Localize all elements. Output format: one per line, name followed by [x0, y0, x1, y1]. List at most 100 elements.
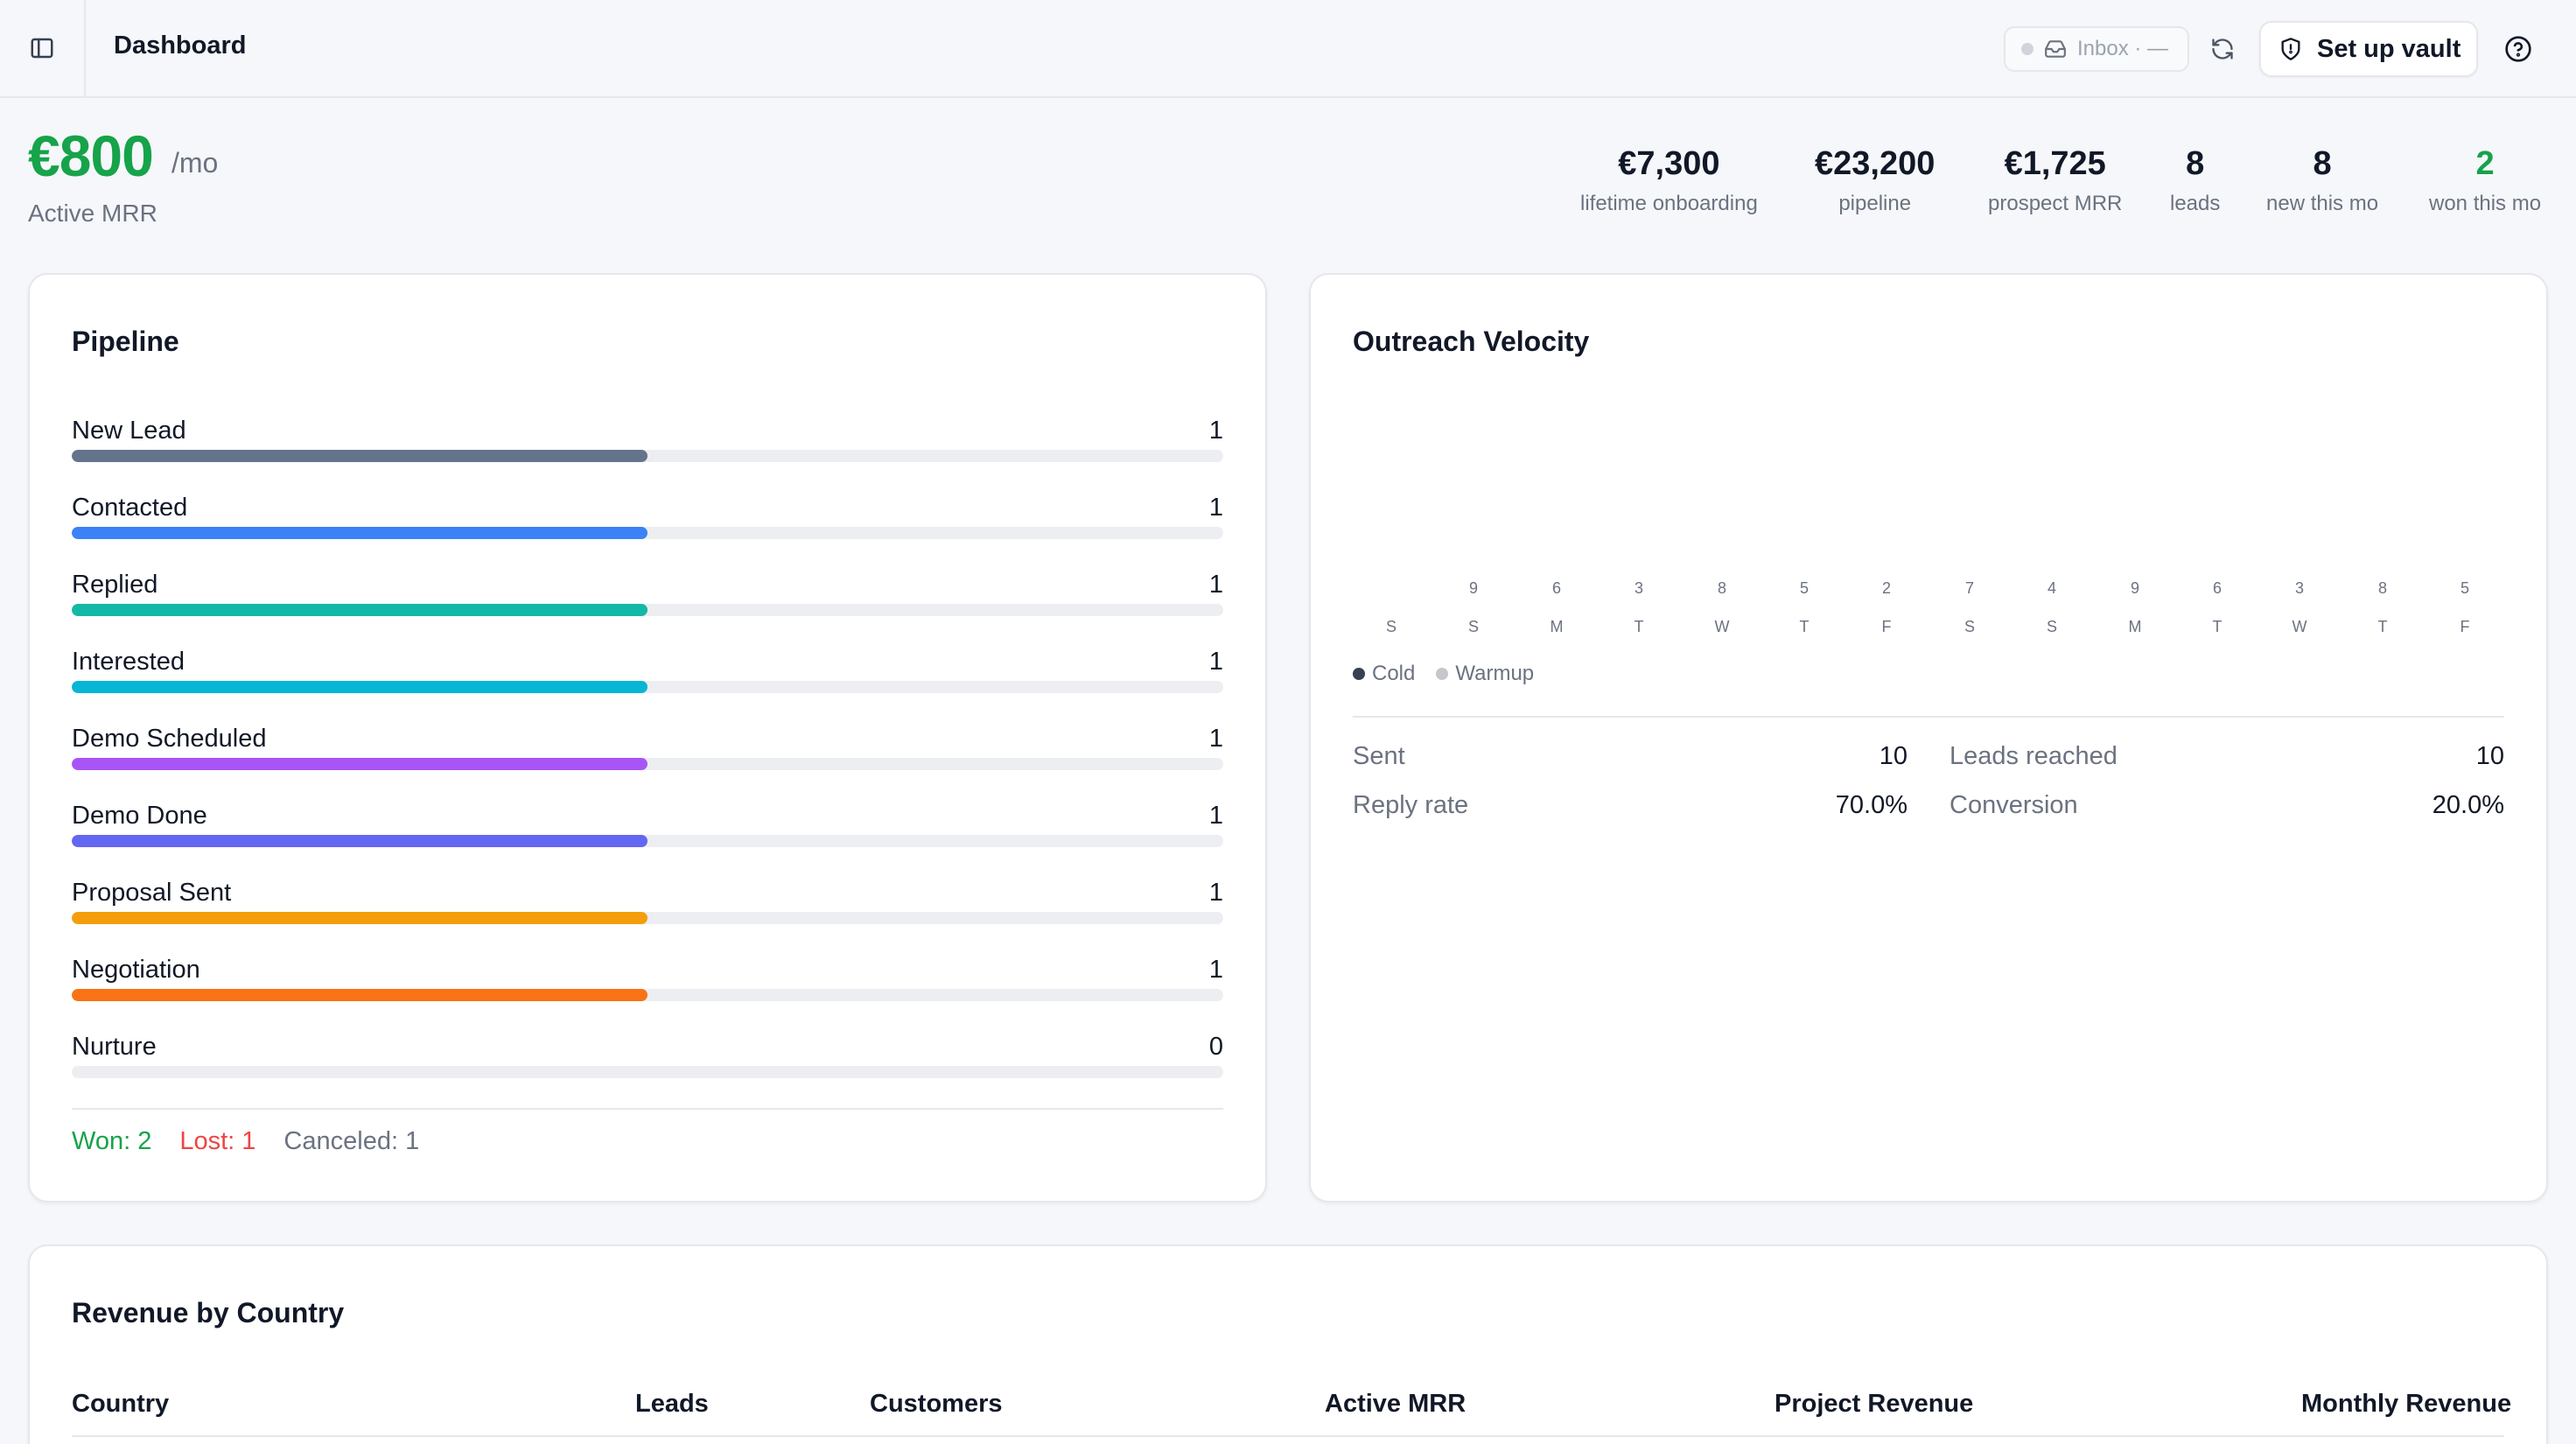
stage-name: Interested: [72, 648, 185, 676]
stat-value: 2: [2475, 145, 2495, 182]
column-header-customers[interactable]: Customers: [870, 1390, 1003, 1419]
conversion-value: 20.0%: [2432, 791, 2504, 819]
velocity-day-label: T: [2212, 618, 2222, 635]
reply-rate-value: 70.0%: [1835, 791, 1908, 819]
velocity-day-label: T: [2377, 618, 2388, 635]
stat-label: prospect MRR: [1988, 192, 2123, 215]
legend-cold-label: Cold: [1372, 662, 1416, 685]
sidebar-toggle-button[interactable]: [0, 0, 86, 96]
stat-value: €1,725: [2004, 145, 2106, 182]
stat-leads: 8 leads: [2170, 145, 2220, 216]
pipeline-stage-row: Nurture 0: [72, 1033, 1251, 1110]
velocity-day-label: M: [2128, 618, 2142, 635]
stage-progress-fill: [72, 989, 648, 1001]
column-header-project-revenue[interactable]: Project Revenue: [1774, 1390, 1973, 1419]
stage-progress-track: [72, 912, 1223, 924]
legend-warmup: Warmup: [1436, 662, 1534, 686]
stage-progress-track: [72, 835, 1223, 847]
page-title: Dashboard: [114, 32, 247, 60]
canceled-count: Canceled: 1: [284, 1127, 420, 1155]
pipeline-divider: [72, 1108, 1223, 1110]
stage-count: 1: [1208, 802, 1223, 830]
won-count: Won: 2: [72, 1127, 152, 1155]
stage-count: 1: [1208, 417, 1223, 445]
velocity-day-label: S: [1964, 618, 1975, 635]
stage-progress-track: [72, 450, 1223, 462]
velocity-divider: [1353, 716, 2504, 718]
stage-progress-track: [72, 604, 1223, 616]
stat-value: 8: [2313, 145, 2332, 182]
stat-label: pipeline: [1838, 192, 1912, 215]
stage-progress-fill: [72, 835, 648, 847]
set-up-vault-button[interactable]: Set up vault: [2259, 21, 2478, 77]
pipeline-stage-row: Interested 1: [72, 648, 1251, 725]
stage-count: 1: [1208, 956, 1223, 984]
velocity-day-label: F: [2460, 618, 2470, 635]
velocity-count-label: 6: [1551, 579, 1561, 597]
stage-count: 1: [1208, 571, 1223, 599]
velocity-day-label: S: [1467, 618, 1479, 635]
column-header-country[interactable]: Country: [72, 1390, 169, 1419]
help-icon: [2505, 36, 2531, 62]
velocity-count-label: 4: [2047, 579, 2056, 597]
velocity-count-label: 2: [1881, 579, 1891, 597]
stage-name: Negotiation: [72, 956, 200, 984]
pipeline-stage-row: Demo Scheduled 1: [72, 725, 1251, 802]
stat-value: 8: [2186, 145, 2205, 182]
velocity-count-label: 6: [2212, 579, 2222, 597]
pipeline-stage-row: Contacted 1: [72, 494, 1251, 571]
active-mrr-value: €800: [28, 123, 154, 188]
column-header-active-mrr[interactable]: Active MRR: [1325, 1390, 1466, 1419]
velocity-day-label: S: [1385, 618, 1396, 635]
stat-lifetime-onboarding: €7,300 lifetime onboarding: [1580, 145, 1758, 216]
velocity-day-label: T: [1799, 618, 1810, 635]
stage-progress-track: [72, 681, 1223, 693]
stage-progress-track: [72, 989, 1223, 1001]
stage-name: Replied: [72, 571, 158, 599]
pipeline-summary: Won: 2 Lost: 1 Canceled: 1: [72, 1127, 419, 1156]
stage-progress-fill: [72, 758, 648, 770]
velocity-day-label: T: [1634, 618, 1644, 635]
table-header-divider: [72, 1435, 2504, 1437]
stage-progress-fill: [72, 681, 648, 693]
stage-progress-fill: [72, 912, 648, 924]
velocity-legend: Cold Warmup: [1353, 662, 1534, 686]
set-up-vault-label: Set up vault: [2317, 34, 2461, 63]
velocity-count-label: 7: [1964, 579, 1974, 597]
lost-count: Lost: 1: [179, 1127, 256, 1155]
stat-new-this-month: 8 new this mo: [2266, 145, 2378, 216]
stat-won-this-month: 2 won this mo: [2429, 145, 2541, 216]
leads-reached-label: Leads reached: [1950, 742, 2118, 770]
pipeline-stage-row: Demo Done 1: [72, 802, 1251, 879]
help-button[interactable]: [2501, 32, 2536, 67]
velocity-day-label: S: [2046, 618, 2057, 635]
legend-warmup-label: Warmup: [1455, 662, 1535, 685]
leads-reached-value: 10: [2475, 742, 2504, 770]
velocity-count-label: 3: [2294, 579, 2304, 597]
warmup-dot-icon: [1436, 668, 1449, 680]
stage-name: Nurture: [72, 1033, 157, 1061]
stage-name: Contacted: [72, 494, 188, 522]
column-header-monthly-revenue[interactable]: Monthly Revenue: [2301, 1390, 2511, 1419]
outreach-velocity-title: Outreach Velocity: [1353, 326, 1590, 357]
refresh-button[interactable]: [2205, 32, 2240, 67]
inbox-icon: [2045, 40, 2066, 58]
reply-rate-label: Reply rate: [1353, 791, 1469, 819]
stage-progress-fill: [72, 527, 648, 539]
cold-dot-icon: [1353, 668, 1365, 680]
inbox-status-pill[interactable]: Inbox · —: [2004, 26, 2189, 72]
stage-progress-track: [72, 758, 1223, 770]
pipeline-title: Pipeline: [72, 326, 179, 357]
revenue-by-country-card: Revenue by Country: [28, 1244, 2548, 1444]
stage-count: 1: [1208, 648, 1223, 676]
velocity-day-label: F: [1881, 618, 1892, 635]
legend-cold: Cold: [1353, 662, 1415, 686]
stat-label: new this mo: [2266, 192, 2379, 215]
refresh-icon: [2212, 39, 2233, 60]
stat-value: €7,300: [1618, 145, 1720, 182]
pipeline-stage-row: Negotiation 1: [72, 956, 1251, 1033]
velocity-count-label: 8: [2377, 579, 2387, 597]
top-bar: Dashboard Inbox · — Set up vault: [0, 0, 2576, 98]
column-header-leads[interactable]: Leads: [635, 1390, 709, 1419]
velocity-day-label: W: [2292, 618, 2307, 635]
